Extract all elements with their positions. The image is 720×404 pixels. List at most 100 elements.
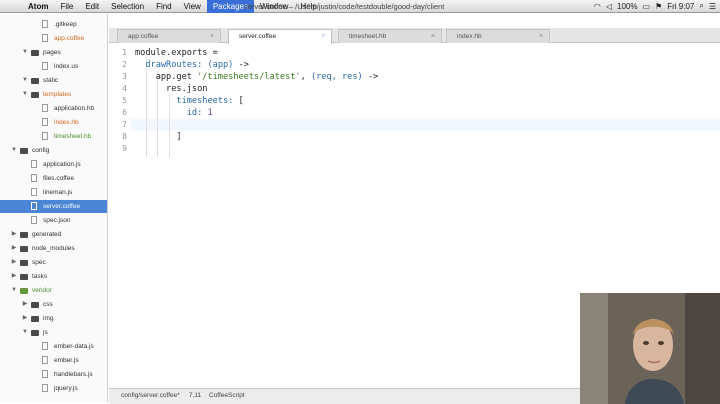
tree-file[interactable]: index.hb [0, 116, 107, 129]
file-icon [42, 34, 48, 42]
tree-folder[interactable]: ▼ js [0, 326, 107, 339]
file-icon [42, 384, 48, 392]
file-icon [42, 342, 48, 350]
tree-folder[interactable]: ▶ tasks [0, 270, 107, 283]
code-line-1: module.exports = [135, 48, 218, 58]
folder-icon [20, 274, 28, 280]
chevron-down-icon[interactable]: ▼ [10, 284, 18, 297]
tree-item-label: lineman.js [43, 189, 73, 196]
tree-folder[interactable]: ▼ static [0, 74, 107, 87]
tree-item-label: spec.json [43, 217, 71, 224]
chevron-right-icon[interactable]: ▶ [10, 242, 18, 255]
chevron-right-icon[interactable]: ▶ [10, 270, 18, 283]
tree-folder[interactable]: ▶ generated [0, 228, 107, 241]
folder-icon [20, 246, 28, 252]
tree-file[interactable]: application.js [0, 158, 107, 171]
close-icon[interactable]: × [539, 30, 543, 43]
chevron-right-icon[interactable]: ▶ [10, 256, 18, 269]
tree-folder[interactable]: ▼ templates [0, 88, 107, 101]
menu-find[interactable]: Find [150, 2, 178, 11]
modified-dot-icon[interactable]: ○ [321, 30, 325, 43]
tree-folder[interactable]: ▼ config [0, 144, 107, 157]
tree-file[interactable]: handlebars.js [0, 368, 107, 381]
chevron-down-icon[interactable]: ▼ [21, 74, 29, 87]
status-file-path[interactable]: config/server.coffee* [121, 389, 180, 403]
flag-icon[interactable]: ⚑ [655, 2, 662, 11]
file-icon [31, 174, 37, 182]
menu-file[interactable]: File [54, 2, 79, 11]
tree-file[interactable]: timesheet.hb [0, 130, 107, 143]
tree-item-label: img [43, 315, 54, 322]
line-number: 8 [122, 132, 127, 141]
volume-icon[interactable]: ◁ [606, 2, 612, 11]
notification-list-icon[interactable]: ☰ [709, 2, 716, 11]
battery-percent[interactable]: 100% [617, 2, 637, 11]
chevron-right-icon[interactable]: ▶ [21, 312, 29, 325]
line-number: 2 [122, 60, 127, 69]
tree-item-label: generated [32, 231, 62, 238]
tree-file[interactable]: jquery.js [0, 382, 107, 395]
webcam-overlay [580, 293, 720, 404]
chevron-right-icon[interactable]: ▶ [21, 298, 29, 311]
folder-icon [31, 50, 39, 56]
line-number: 7 [122, 120, 127, 129]
tree-folder[interactable]: ▶ css [0, 298, 107, 311]
status-cursor-position[interactable]: 7,11 [189, 389, 201, 403]
tab-server-coffee[interactable]: server.coffee ○ [228, 29, 332, 44]
tree-file[interactable]: ember-data.js [0, 340, 107, 353]
menubar-clock[interactable]: Fri 9:07 [667, 2, 694, 11]
menu-app-name[interactable]: Atom [22, 2, 54, 11]
tree-file[interactable]: server.coffee [0, 200, 107, 213]
code-line-5: timesheets: [ [176, 96, 244, 106]
tab-app-coffee[interactable]: app.coffee × [117, 29, 221, 43]
tree-file[interactable]: index.us [0, 60, 107, 73]
tree-item-label: handlebars.js [54, 371, 93, 378]
tree-item-label: server.coffee [43, 203, 81, 210]
tree-file[interactable]: files.coffee [0, 172, 107, 185]
folder-icon [20, 232, 28, 238]
chevron-right-icon[interactable]: ▶ [10, 228, 18, 241]
chevron-down-icon[interactable]: ▼ [10, 144, 18, 157]
folder-icon [20, 260, 28, 266]
tree-folder[interactable]: ▶ spec [0, 256, 107, 269]
tree-folder[interactable]: ▼ vendor [0, 284, 107, 297]
menu-view[interactable]: View [178, 2, 207, 11]
tree-item-label: node_modules [32, 245, 75, 252]
tree-item-label: jquery.js [54, 385, 78, 392]
tab-index-hb[interactable]: index.hb × [446, 29, 550, 43]
folder-icon [20, 288, 28, 294]
tree-file[interactable]: .gitkeep [0, 18, 107, 31]
tree-file[interactable]: lineman.js [0, 186, 107, 199]
close-icon[interactable]: × [210, 30, 214, 43]
folder-icon [31, 92, 39, 98]
menu-selection[interactable]: Selection [105, 2, 150, 11]
chevron-down-icon[interactable]: ▼ [21, 46, 29, 59]
close-icon[interactable]: × [431, 30, 435, 43]
tree-folder[interactable]: ▼ pages [0, 46, 107, 59]
code-line-3: app.get '/timesheets/latest', (req, res)… [155, 72, 379, 82]
tree-file[interactable]: app.coffee [0, 32, 107, 45]
file-icon [42, 62, 48, 70]
tree-file[interactable]: spec.json [0, 214, 107, 227]
folder-icon [31, 78, 39, 84]
tree-item-label: files.coffee [43, 175, 74, 182]
tree-folder[interactable]: ▶ img [0, 312, 107, 325]
menu-edit[interactable]: Edit [79, 2, 105, 11]
chevron-down-icon[interactable]: ▼ [21, 88, 29, 101]
battery-icon[interactable]: ▭ [642, 2, 650, 11]
spotlight-search-icon[interactable]: ⌕ [699, 1, 703, 11]
tree-item-label: static [43, 77, 59, 84]
tab-label: timesheet.hb [349, 33, 387, 40]
tree-file[interactable]: application.hb [0, 102, 107, 115]
line-number: 4 [122, 84, 127, 93]
tree-item-label: index.us [54, 63, 79, 70]
tree-file[interactable]: ember.js [0, 354, 107, 367]
wifi-icon[interactable]: ◠ [594, 2, 601, 11]
status-grammar[interactable]: CoffeeScript [209, 389, 245, 403]
chevron-down-icon[interactable]: ▼ [21, 326, 29, 339]
tab-label: app.coffee [128, 33, 159, 40]
tree-folder[interactable]: ▶ node_modules [0, 242, 107, 255]
tab-timesheet-hb[interactable]: timesheet.hb × [338, 29, 442, 43]
line-number: 5 [122, 96, 127, 105]
